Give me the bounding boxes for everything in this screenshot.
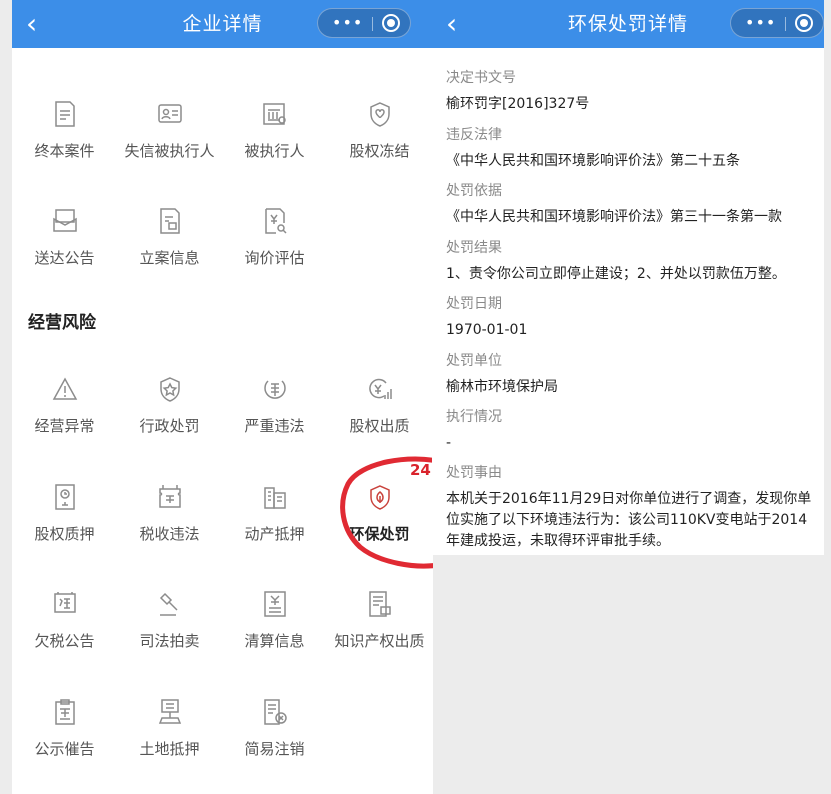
grid-item-ip-pledge[interactable]: 知识产权出质: [327, 590, 432, 670]
grid-item-executed-person[interactable]: 被执行人: [222, 100, 327, 180]
grid-item-tax-arrears[interactable]: 欠税公告: [12, 590, 117, 670]
field-execution-status: 执行情况 -: [446, 406, 816, 454]
field-penalty-date: 处罚日期 1970-01-01: [446, 293, 816, 341]
field-label: 处罚依据: [446, 183, 502, 199]
field-penalty-authority: 处罚单位 榆林市环境保护局: [446, 350, 816, 398]
document-list-icon: [52, 100, 78, 128]
grid-item-serious-violation[interactable]: 严重违法: [222, 375, 327, 455]
annotation-number: 24: [410, 461, 431, 479]
price-search-icon: [262, 207, 288, 235]
grid-item-business-abnormal[interactable]: 经营异常: [12, 375, 117, 455]
field-label: 处罚日期: [446, 296, 502, 312]
field-penalty-reason: 处罚事由 本机关于2016年11月29日对你单位进行了调查，发现你单位实施了以下…: [446, 462, 816, 552]
field-penalty-result: 处罚结果 1、责令你公司立即停止建设；2、并处以罚款伍万整。: [446, 237, 816, 285]
environmental-penalty-detail-panel: ‹ 环保处罚详情 ••• 决定书文号 榆环罚字[2016]327号 违反法律 《…: [432, 0, 824, 555]
building-icon: [262, 483, 288, 511]
case-file-icon: [157, 207, 183, 235]
grid-item-environmental-penalty[interactable]: 环保处罚: [327, 483, 432, 563]
money-chart-icon: [367, 375, 393, 403]
field-label: 执行情况: [446, 409, 502, 425]
grid-item-liquidation[interactable]: 清算信息: [222, 590, 327, 670]
grid-item-simple-deregistration[interactable]: 简易注销: [222, 698, 327, 778]
more-icon[interactable]: •••: [332, 9, 363, 37]
grid-item-dishonest-person[interactable]: 失信被执行人: [117, 100, 222, 180]
grid-item-equity-pledge-out[interactable]: 股权出质: [327, 375, 432, 455]
field-penalty-basis: 处罚依据 《中华人民共和国环境影响评价法》第三十一条第一款: [446, 180, 816, 228]
enterprise-detail-panel: ‹ 企业详情 ••• 终本案件 失信被执行人 被执行人 股权冻结 送达公告 立案…: [12, 0, 433, 794]
field-value: 《中华人民共和国环境影响评价法》第二十五条: [446, 153, 740, 169]
field-value: 1、责令你公司立即停止建设；2、并处以罚款伍万整。: [446, 266, 786, 282]
id-card-icon: [157, 100, 183, 128]
grid-item-chattel-mortgage[interactable]: 动产抵押: [222, 483, 327, 563]
mini-program-capsule: •••: [730, 8, 824, 38]
court-search-icon: [262, 100, 288, 128]
field-value: 榆林市环境保护局: [446, 379, 558, 395]
warning-triangle-icon: [52, 375, 78, 403]
capsule-divider: [785, 17, 786, 31]
field-label: 处罚单位: [446, 353, 502, 369]
grid-item-equity-freeze[interactable]: 股权冻结: [327, 100, 432, 180]
grid-item-equity-pledge[interactable]: 股权质押: [12, 483, 117, 563]
field-value: 榆环罚字[2016]327号: [446, 96, 590, 112]
gavel-icon: [157, 590, 183, 618]
field-label: 处罚事由: [446, 465, 502, 481]
section-title-business-risk: 经营风险: [28, 313, 96, 333]
grid-item-tax-violation[interactable]: 税收违法: [117, 483, 222, 563]
clipboard-icon: [52, 698, 78, 726]
close-target-icon[interactable]: [795, 14, 813, 32]
field-value: 1970-01-01: [446, 322, 528, 338]
grid-item-final-case[interactable]: 终本案件: [12, 100, 117, 180]
more-icon[interactable]: •••: [745, 9, 776, 37]
grid-item-price-inquiry[interactable]: 询价评估: [222, 207, 327, 287]
ip-document-icon: [367, 590, 393, 618]
grid-item-service-notice[interactable]: 送达公告: [12, 207, 117, 287]
envelope-icon: [52, 207, 78, 235]
land-sign-icon: [157, 698, 183, 726]
field-value: 本机关于2016年11月29日对你单位进行了调查，发现你单位实施了以下环境违法行…: [446, 491, 812, 549]
right-navbar: ‹ 环保处罚详情 •••: [432, 0, 824, 48]
field-value: -: [446, 435, 452, 451]
pledge-document-icon: [52, 483, 78, 511]
grid-item-public-notice[interactable]: 公示催告: [12, 698, 117, 778]
tax-ticket-icon: [157, 483, 183, 511]
illegal-stamp-icon: [262, 375, 288, 403]
frozen-heart-shield-icon: [367, 100, 393, 128]
left-navbar: ‹ 企业详情 •••: [12, 0, 433, 48]
field-label: 处罚结果: [446, 240, 502, 256]
field-label: 决定书文号: [446, 70, 516, 86]
star-shield-icon: [157, 375, 183, 403]
grid-item-land-mortgage[interactable]: 土地抵押: [117, 698, 222, 778]
leaf-shield-icon: [367, 483, 393, 511]
yuan-document-icon: [262, 590, 288, 618]
field-value: 《中华人民共和国环境影响评价法》第三十一条第一款: [446, 209, 782, 225]
cancel-document-icon: [262, 698, 288, 726]
close-target-icon[interactable]: [382, 14, 400, 32]
grid-item-admin-penalty[interactable]: 行政处罚: [117, 375, 222, 455]
grid-item-judicial-auction[interactable]: 司法拍卖: [117, 590, 222, 670]
tax-notice-icon: [52, 590, 78, 618]
grid-item-case-filing[interactable]: 立案信息: [117, 207, 222, 287]
capsule-divider: [372, 17, 373, 31]
field-decision-number: 决定书文号 榆环罚字[2016]327号: [446, 67, 816, 115]
field-violated-law: 违反法律 《中华人民共和国环境影响评价法》第二十五条: [446, 124, 816, 172]
mini-program-capsule: •••: [317, 8, 411, 38]
field-label: 违反法律: [446, 127, 502, 143]
